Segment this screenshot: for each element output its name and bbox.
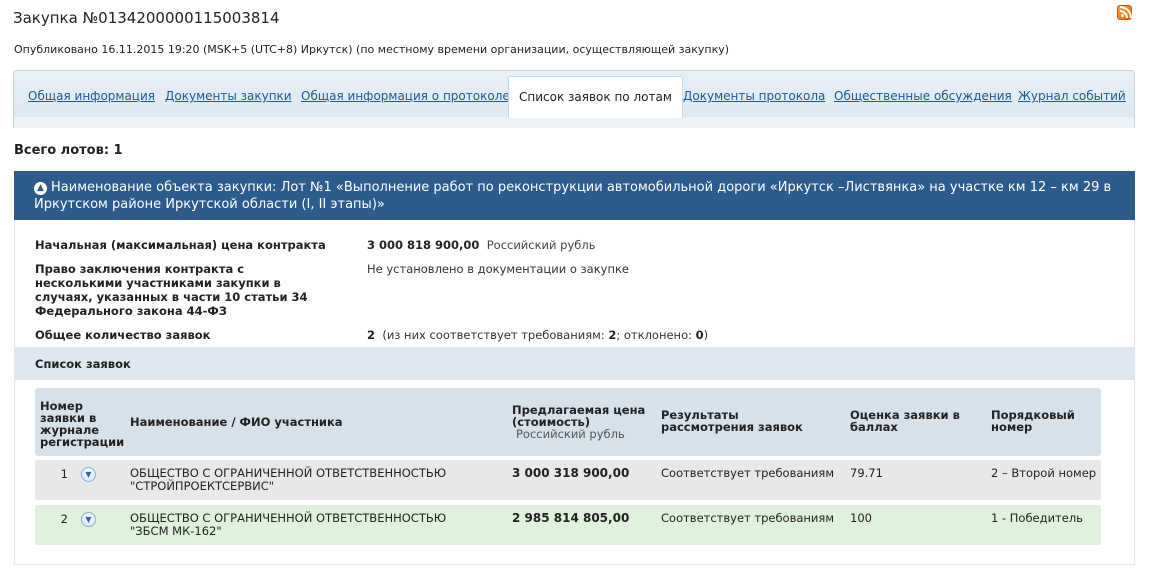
price-value: 3 000 818 900,00 Российский рубль xyxy=(367,238,595,252)
price-label: Начальная (максимальная) цена контракта xyxy=(35,238,326,252)
published-info: Опубликовано 16.11.2015 19:20 (MSK+5 (UT… xyxy=(14,43,730,56)
bid-number: 1 xyxy=(60,467,68,481)
multi-participant-value: Не установлено в документации о закупке xyxy=(367,262,629,276)
bid-result: Соответствует требованиям xyxy=(661,466,834,480)
col-rank: Порядковый номер xyxy=(991,408,1075,434)
bid-participant: ОБЩЕСТВО С ОГРАНИЧЕННОЙ ОТВЕТСТВЕННОСТЬЮ… xyxy=(130,511,447,538)
bid-number: 2 xyxy=(60,512,68,526)
bid-score: 100 xyxy=(850,511,872,525)
col-result: Результаты рассмотрения заявок xyxy=(661,408,803,434)
total-lots: Всего лотов: 1 xyxy=(14,143,123,158)
col-name: Наименование / ФИО участника xyxy=(130,415,343,429)
col-price: Предлагаемая цена (стоимость) Российский… xyxy=(512,404,652,440)
bid-price: 2 985 814 805,00 xyxy=(512,511,630,525)
bid-rank: 1 - Победитель xyxy=(991,511,1083,525)
price-currency: Российский рубль xyxy=(486,238,596,252)
expand-icon[interactable]: ▼ xyxy=(81,467,96,482)
bid-price: 3 000 318 900,00 xyxy=(512,466,630,480)
bid-result: Соответствует требованиям xyxy=(661,511,834,525)
bid-rank: 2 – Второй номер xyxy=(991,466,1097,480)
tab-protocol-info[interactable]: Общая информация о протоколе xyxy=(301,89,510,103)
lot-title: Наименование объекта закупки: Лот №1 «Вы… xyxy=(34,180,1112,212)
tab-protocol-docs[interactable]: Документы протокола xyxy=(683,89,825,103)
tab-bids-by-lots[interactable]: Список заявок по лотам xyxy=(508,76,683,118)
chevron-up-icon[interactable]: ▲ xyxy=(34,182,47,195)
lot-header[interactable]: ▲ Наименование объекта закупки: Лот №1 «В… xyxy=(14,171,1135,220)
price-amount: 3 000 818 900,00 xyxy=(367,238,480,252)
multi-participant-label: Право заключения контракта с несколькими… xyxy=(35,262,308,318)
col-score: Оценка заявки в баллах xyxy=(850,408,960,434)
tab-procurement-docs[interactable]: Документы закупки xyxy=(165,89,292,103)
tab-public-discussions[interactable]: Общественные обсуждения xyxy=(834,89,1012,103)
expand-icon[interactable]: ▼ xyxy=(81,512,96,527)
tab-event-log[interactable]: Журнал событий xyxy=(1018,89,1126,103)
bid-participant: ОБЩЕСТВО С ОГРАНИЧЕННОЙ ОТВЕТСТВЕННОСТЬЮ… xyxy=(130,466,447,493)
bids-section-title: Список заявок xyxy=(35,357,131,371)
page-title: Закупка №0134200000115003814 xyxy=(13,9,280,27)
rss-icon[interactable] xyxy=(1117,5,1132,20)
tab-general-info[interactable]: Общая информация xyxy=(28,89,155,103)
col-number: Номер заявки в журнале регистрации xyxy=(40,399,125,449)
bids-count-label: Общее количество заявок xyxy=(35,328,211,342)
col-price-currency: Российский рубль xyxy=(516,427,625,441)
bids-count-value: 2 (из них соответствует требованиям: 2; … xyxy=(367,328,709,342)
bids-section-header: Список заявок xyxy=(15,347,1134,380)
bid-score: 79.71 xyxy=(850,466,883,480)
